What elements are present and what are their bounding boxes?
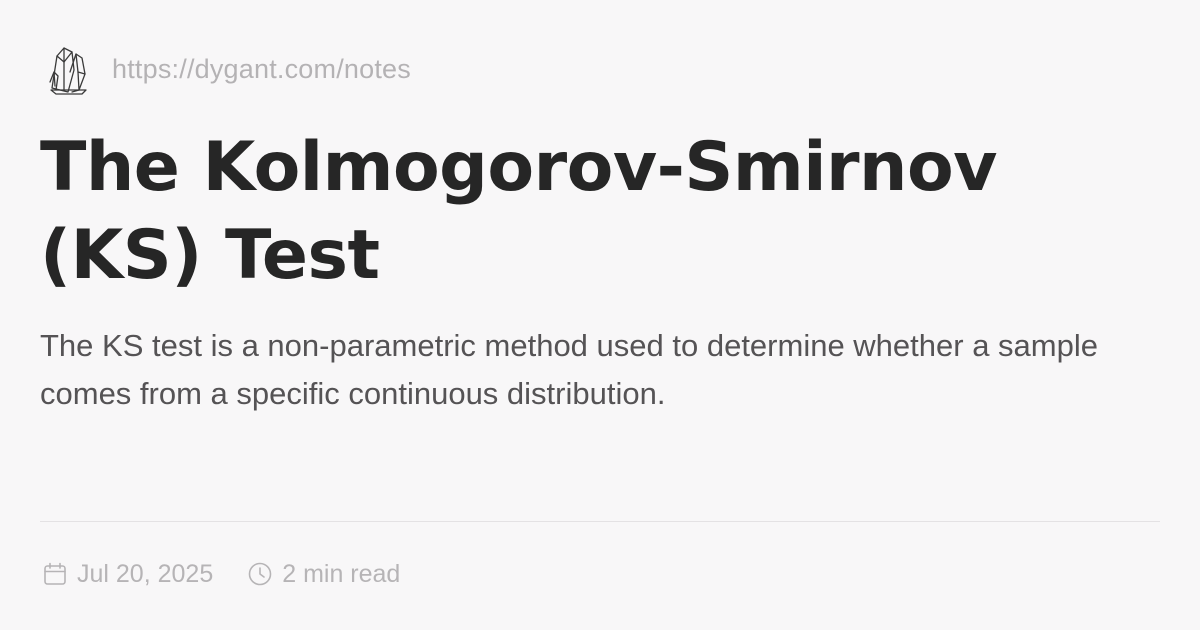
divider: [40, 521, 1160, 522]
post-date-text: Jul 20, 2025: [77, 559, 214, 588]
post-read-time-text: 2 min read: [282, 559, 401, 588]
crystal-cluster-icon: [49, 47, 87, 95]
page-title: The Kolmogorov-Smirnov (KS) Test: [40, 128, 998, 295]
site-url-link[interactable]: https://dygant.com/notes: [112, 54, 411, 85]
post-read-time: 2 min read: [247, 560, 400, 589]
post-meta: Jul 20, 2025 2 min read: [42, 556, 400, 592]
site-header: https://dygant.com/notes: [48, 42, 411, 96]
calendar-icon: [44, 562, 66, 585]
post-description: The KS test is a non-parametric method u…: [40, 328, 1098, 411]
clock-icon: [248, 562, 272, 586]
post-date: Jul 20, 2025: [42, 560, 213, 589]
